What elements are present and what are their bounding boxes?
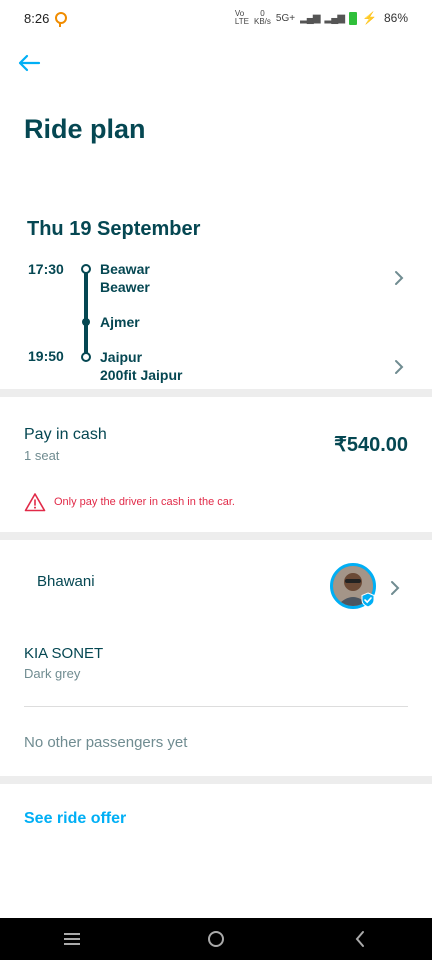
destination-place: 200fit Jaipur bbox=[100, 367, 183, 383]
warning-icon bbox=[24, 493, 46, 512]
no-passengers-text: No other passengers yet bbox=[24, 734, 188, 751]
departure-time: 17:30 bbox=[28, 261, 64, 277]
divider bbox=[24, 706, 408, 707]
section-divider bbox=[0, 532, 432, 540]
recents-button[interactable] bbox=[52, 924, 92, 954]
route-line bbox=[84, 268, 88, 358]
network-type: 5G+ bbox=[275, 12, 296, 24]
car-color: Dark grey bbox=[24, 666, 81, 681]
system-nav-bar bbox=[0, 918, 432, 960]
see-ride-offer-link[interactable]: See ride offer bbox=[24, 810, 126, 828]
home-button[interactable] bbox=[196, 924, 236, 954]
car-model: KIA SONET bbox=[24, 645, 104, 662]
destination-stop[interactable]: Jaipur 200fit Jaipur bbox=[100, 348, 182, 384]
network-speed-unit: KB/s bbox=[253, 17, 271, 26]
back-button[interactable] bbox=[14, 48, 44, 78]
home-circle-icon bbox=[208, 931, 224, 947]
page-title: Ride plan bbox=[24, 114, 146, 144]
chevron-right-icon bbox=[391, 581, 400, 595]
signal-icon: ▂▄▆ bbox=[300, 12, 320, 24]
destination-chevron-button[interactable] bbox=[386, 354, 412, 380]
section-divider bbox=[0, 776, 432, 784]
cash-warning: Only pay the driver in cash in the car. bbox=[24, 492, 235, 512]
ride-price: ₹540.00 bbox=[334, 434, 408, 456]
stopover-dot bbox=[82, 318, 90, 326]
signal-icon-2: ▂▄▆ bbox=[324, 12, 345, 24]
driver-chevron-button[interactable] bbox=[382, 575, 408, 601]
origin-city: Beawar bbox=[100, 261, 150, 277]
back-nav-button[interactable] bbox=[340, 924, 380, 954]
destination-city: Jaipur bbox=[100, 349, 143, 365]
destination-dot bbox=[81, 352, 91, 362]
warning-text: Only pay the driver in cash in the car. bbox=[54, 496, 235, 508]
arrival-time: 19:50 bbox=[28, 348, 64, 364]
origin-chevron-button[interactable] bbox=[386, 265, 412, 291]
chevron-right-icon bbox=[395, 360, 404, 374]
payment-method: Pay in cash bbox=[24, 426, 107, 443]
driver-name: Bhawani bbox=[37, 573, 95, 590]
status-time: 8:26 bbox=[24, 10, 50, 26]
charging-icon: ⚡ bbox=[362, 11, 377, 25]
status-indicators: Vo LTE 0 KB/s 5G+ ▂▄▆ ▂▄▆ ⚡ 86% bbox=[235, 10, 408, 26]
status-bar: 8:26 Vo LTE 0 KB/s 5G+ ▂▄▆ ▂▄▆ ⚡ 86% bbox=[0, 0, 432, 36]
trip-date: Thu 19 September bbox=[27, 218, 201, 240]
network-speed: 0 KB/s bbox=[254, 10, 271, 26]
origin-place: Beawer bbox=[100, 279, 150, 295]
origin-stop[interactable]: Beawar Beawer bbox=[100, 260, 150, 296]
itinerary: 17:30 19:50 Beawar Beawer Ajmer Jaipur 2… bbox=[0, 256, 432, 388]
notification-app-icon bbox=[55, 12, 68, 27]
chevron-right-icon bbox=[395, 271, 404, 285]
seat-count: 1 seat bbox=[24, 448, 60, 463]
arrow-left-icon bbox=[18, 54, 41, 72]
chevron-left-icon bbox=[355, 931, 364, 947]
battery-percent: 86% bbox=[383, 11, 408, 25]
stopover-stop: Ajmer bbox=[100, 314, 140, 330]
volte-icon: Vo LTE bbox=[234, 9, 249, 26]
verified-badge-icon bbox=[361, 592, 375, 608]
battery-icon bbox=[349, 11, 358, 25]
menu-icon bbox=[64, 933, 80, 945]
section-divider bbox=[0, 389, 432, 397]
origin-dot bbox=[81, 264, 91, 274]
